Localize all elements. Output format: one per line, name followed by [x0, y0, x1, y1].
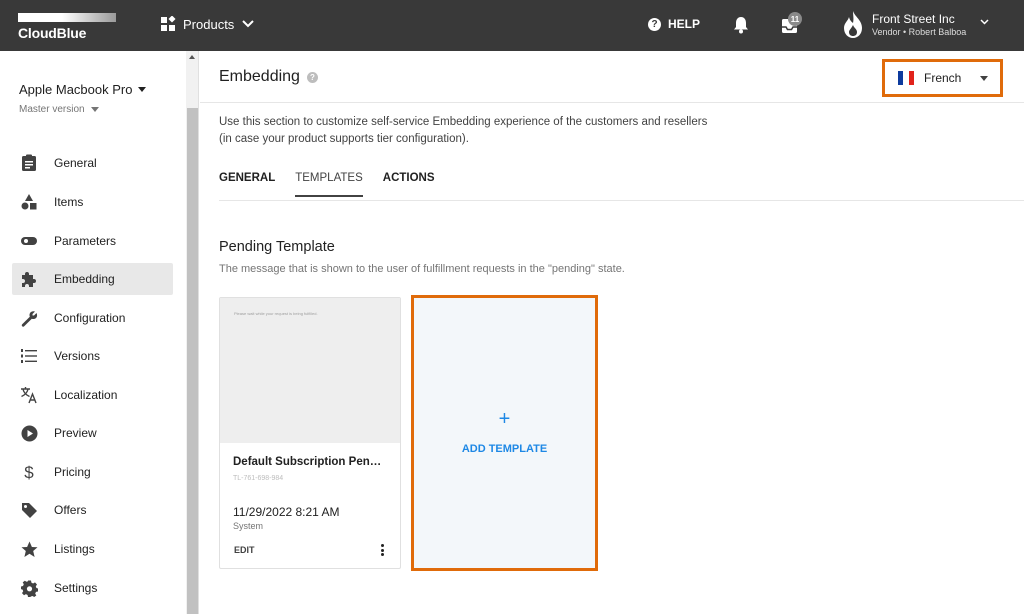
sidebar-item-parameters[interactable]: Parameters: [12, 225, 173, 257]
more-options-icon[interactable]: [380, 544, 384, 556]
puzzle-icon: [20, 270, 38, 288]
help-label: HELP: [668, 17, 701, 31]
bell-icon: [734, 17, 748, 34]
products-menu-button[interactable]: Products: [160, 16, 261, 32]
section-subtitle: The message that is shown to the user of…: [219, 263, 625, 275]
sidebar-item-label: Pricing: [54, 465, 91, 479]
add-template-label: ADD TEMPLATE: [461, 443, 548, 455]
star-icon: [20, 540, 38, 558]
add-template-button[interactable]: + ADD TEMPLATE: [411, 295, 598, 571]
top-navigation-bar: CloudBlue Products ? HELP 11 Front Stree…: [0, 0, 1024, 51]
template-preview: Please wait while your request is being …: [220, 298, 400, 443]
sidebar-item-preview[interactable]: Preview: [12, 417, 173, 449]
help-icon: ?: [648, 17, 661, 31]
tab-divider: [219, 200, 1024, 201]
help-button[interactable]: ? HELP: [648, 17, 700, 31]
plus-icon: +: [498, 408, 511, 430]
caret-down-icon: [138, 87, 147, 92]
sidebar-item-pricing[interactable]: $ Pricing: [12, 456, 173, 488]
svg-text:$: $: [24, 463, 34, 481]
account-menu[interactable]: Front Street Inc Vendor • Robert Balboa: [842, 11, 989, 39]
sidebar-item-items[interactable]: Items: [12, 186, 173, 218]
account-role: Vendor • Robert Balboa: [872, 27, 967, 37]
logo-bar: [18, 13, 116, 22]
description-line: Use this section to customize self-servi…: [219, 116, 708, 128]
inbox-count-badge: 11: [788, 12, 802, 26]
sidebar-item-embedding[interactable]: Embedding: [12, 263, 173, 295]
edit-button[interactable]: EDIT: [234, 545, 255, 555]
sidebar-item-configuration[interactable]: Configuration: [12, 302, 173, 334]
sidebar-item-label: Items: [54, 195, 84, 209]
scroll-up-arrow-icon[interactable]: [189, 55, 195, 59]
sidebar-item-label: Embedding: [54, 272, 115, 286]
template-author: System: [233, 521, 264, 531]
sidebar-item-label: Preview: [54, 426, 97, 440]
sidebar-item-label: Listings: [54, 542, 95, 556]
sidebar-scrollbar-thumb[interactable]: [187, 108, 198, 614]
sidebar-item-label: Versions: [54, 349, 101, 363]
chevron-down-icon: [242, 20, 255, 28]
toggle-icon: [20, 232, 38, 250]
logo-text: CloudBlue: [18, 25, 87, 41]
language-label: French: [924, 71, 962, 85]
product-selector[interactable]: Apple Macbook Pro: [19, 82, 147, 97]
french-flag-icon: [898, 71, 914, 85]
translate-icon: [20, 386, 38, 404]
clipboard-icon: [20, 154, 38, 172]
cloudblue-logo[interactable]: CloudBlue: [18, 13, 116, 41]
caret-down-icon: [980, 75, 989, 81]
sidebar-item-localization[interactable]: Localization: [12, 379, 173, 411]
product-name: Apple Macbook Pro: [19, 82, 133, 97]
template-name: Default Subscription Pending Template: [233, 456, 388, 468]
dollar-icon: $: [20, 463, 38, 481]
tag-icon: [20, 501, 38, 519]
sidebar-item-label: General: [54, 156, 97, 170]
company-logo-icon: [844, 11, 862, 38]
sidebar-item-offers[interactable]: Offers: [12, 494, 173, 526]
notifications-button[interactable]: [733, 16, 749, 39]
template-card[interactable]: Please wait while your request is being …: [219, 297, 401, 569]
template-date: 11/29/2022 8:21 AM: [233, 505, 340, 519]
sidebar-item-label: Parameters: [54, 234, 117, 248]
list-numbered-icon: [20, 347, 38, 365]
play-circle-icon: [20, 424, 38, 442]
section-description: Use this section to customize self-servi…: [219, 114, 819, 148]
shapes-icon: [20, 193, 38, 211]
wrench-icon: [20, 309, 38, 327]
products-label: Products: [183, 16, 235, 32]
sidebar-item-listings[interactable]: Listings: [12, 533, 173, 565]
description-line: (in case your product supports tier conf…: [219, 133, 469, 145]
version-selector[interactable]: Master version: [19, 104, 99, 115]
version-label: Master version: [19, 104, 85, 115]
sidebar-item-label: Localization: [54, 388, 118, 402]
sidebar-item-settings[interactable]: Settings: [12, 572, 173, 604]
section-title: Pending Template: [219, 239, 335, 255]
page-title: Embedding: [219, 68, 300, 85]
sidebar-item-label: Settings: [54, 581, 98, 595]
sidebar-item-versions[interactable]: Versions: [12, 340, 173, 372]
tab-templates[interactable]: TEMPLATES: [295, 172, 363, 197]
sidebar-item-label: Offers: [54, 503, 87, 517]
gear-icon: [20, 579, 38, 597]
template-preview-text: Please wait while your request is being …: [234, 311, 318, 316]
page-header: Embedding ? French: [200, 51, 1024, 103]
dashboard-grid-icon: [161, 16, 176, 31]
language-selector[interactable]: French: [882, 59, 1003, 97]
help-icon[interactable]: ?: [307, 72, 318, 83]
sidebar-item-general[interactable]: General: [12, 147, 173, 179]
tab-bar: GENERAL TEMPLATES ACTIONS: [219, 172, 455, 197]
tab-actions[interactable]: ACTIONS: [383, 172, 435, 197]
chevron-down-icon: [980, 19, 989, 25]
tab-general[interactable]: GENERAL: [219, 172, 275, 197]
sidebar-item-label: Configuration: [54, 311, 126, 325]
caret-down-icon: [90, 107, 99, 112]
account-company: Front Street Inc: [872, 12, 955, 26]
template-id: TL-761-698-984: [233, 475, 284, 482]
